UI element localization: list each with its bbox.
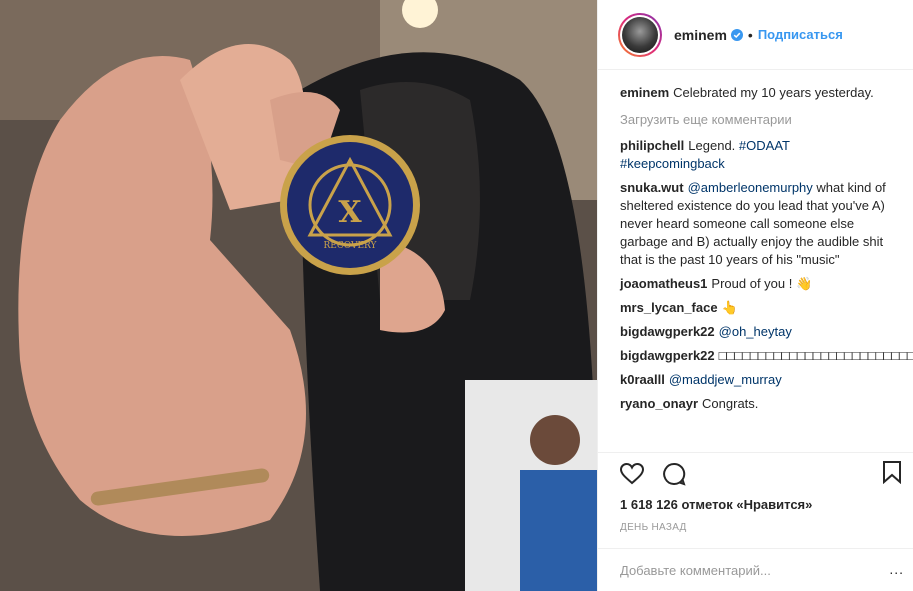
comment-text: 👆 [721,300,738,315]
caption-username[interactable]: eminem [620,85,669,100]
post-actions: 1 618 126 отметок «Нравится» ДЕНЬ НАЗАД [598,452,913,533]
comment-icon[interactable] [660,460,688,488]
comment-username[interactable]: bigdawgperk22 [620,348,715,363]
comment-text: Legend. [688,138,736,153]
verified-icon [730,28,743,41]
comment-username[interactable]: joaomatheus1 [620,276,707,291]
comment-input[interactable]: Добавьте комментарий... ... [598,548,913,591]
comment-placeholder: Добавьте комментарий... [620,562,771,578]
caption-text: Celebrated my 10 years yesterday. [673,85,874,100]
list-item: bigdawgperk22 □□□□□□□□□□□□□□□□□□□□□□□□□ [620,347,913,365]
list-item: philipchell Legend. #ODAAT #keepcomingbac… [620,137,897,173]
list-item: k0raalll @maddjew_murray [620,371,897,389]
follow-button[interactable]: Подписаться [758,27,843,42]
coin-center-text: X [338,195,362,230]
post-header: eminem • Подписаться [598,0,913,70]
separator-dot: • [747,26,753,43]
comment-text: Proud of you ! 👋 [711,276,813,291]
comment-mention[interactable]: @amberleonemurphy [688,180,813,195]
post-photo[interactable]: X RECOVERY [0,0,597,591]
post-time[interactable]: ДЕНЬ НАЗАД [598,522,913,533]
caption: eminem Celebrated my 10 years yesterday. [620,84,897,102]
heart-icon[interactable] [618,460,646,488]
comment-mention[interactable]: @maddjew_murray [669,372,782,387]
comments-list: eminem Celebrated my 10 years yesterday. … [598,70,913,448]
author-username[interactable]: eminem [674,27,727,43]
coin-bottom-text: RECOVERY [324,241,378,251]
list-item: snuka.wut @amberleonemurphy what kind of … [620,179,897,269]
comment-username[interactable]: k0raalll [620,372,665,387]
comment-username[interactable]: mrs_lycan_face [620,300,718,315]
post-sidebar: eminem • Подписаться eminem Celebrated my… [597,0,913,591]
comment-username[interactable]: ryano_onayr [620,396,698,411]
list-item: joaomatheus1 Proud of you ! 👋 [620,275,897,293]
list-item: mrs_lycan_face 👆 [620,299,897,317]
comment-username[interactable]: bigdawgperk22 [620,324,715,339]
comment-username[interactable]: snuka.wut [620,180,684,195]
save-icon[interactable] [882,460,902,489]
comment-username[interactable]: philipchell [620,138,684,153]
list-item: ryano_onayr Congrats. [620,395,897,413]
avatar[interactable] [618,12,662,57]
load-more-comments[interactable]: Загрузить еще комментарии [620,112,897,127]
photo-illustration: X RECOVERY [0,0,597,591]
recovery-coin: X RECOVERY [280,135,420,275]
comment-text: Congrats. [702,396,759,411]
comment-text: □□□□□□□□□□□□□□□□□□□□□□□□□ [718,348,913,363]
likes-count[interactable]: 1 618 126 отметок «Нравится» [598,497,913,512]
list-item: bigdawgperk22 @oh_heytay [620,323,897,341]
more-options-button[interactable]: ... [889,561,904,577]
comment-mention[interactable]: @oh_heytay [719,324,792,339]
